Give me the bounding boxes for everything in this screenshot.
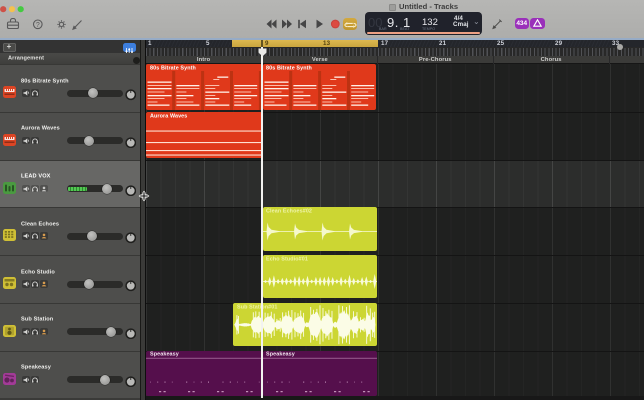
svg-text:?: ?: [36, 22, 40, 29]
